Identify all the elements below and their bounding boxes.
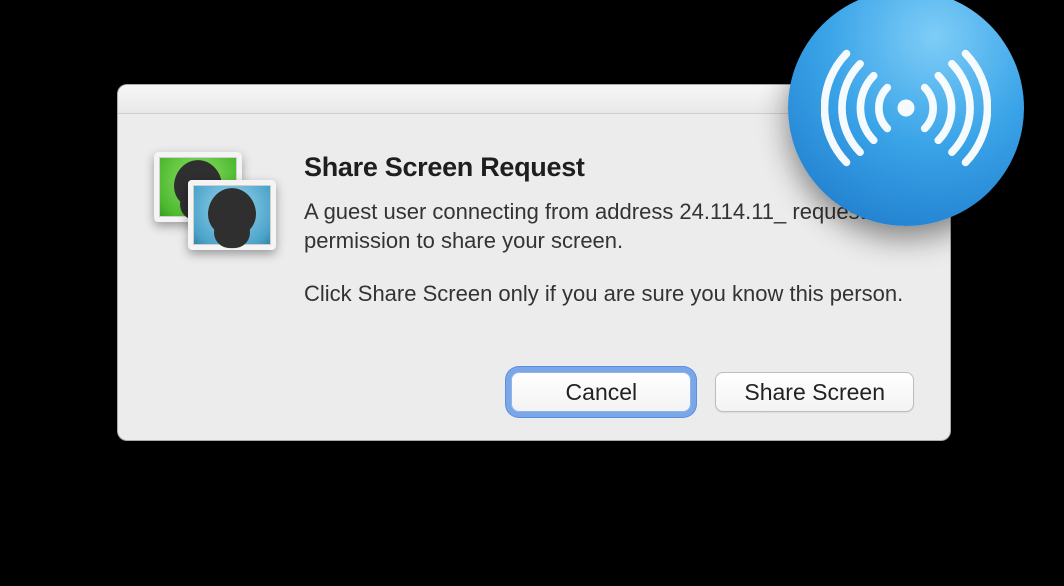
dialog-message-secondary: Click Share Screen only if you are sure …	[304, 279, 914, 308]
share-screen-button[interactable]: Share Screen	[715, 372, 914, 412]
dialog-message-primary: A guest user connecting from address 24.…	[304, 197, 914, 255]
dialog-button-row: Cancel Share Screen	[511, 372, 914, 412]
broadcast-waves-icon	[821, 23, 991, 193]
screen-sharing-icon	[154, 152, 284, 262]
screen-sharing-front-monitor-icon	[188, 180, 276, 250]
airdrop-broadcast-icon	[788, 0, 1024, 226]
dialog-icon-column	[154, 152, 304, 308]
cancel-button[interactable]: Cancel	[511, 372, 691, 412]
